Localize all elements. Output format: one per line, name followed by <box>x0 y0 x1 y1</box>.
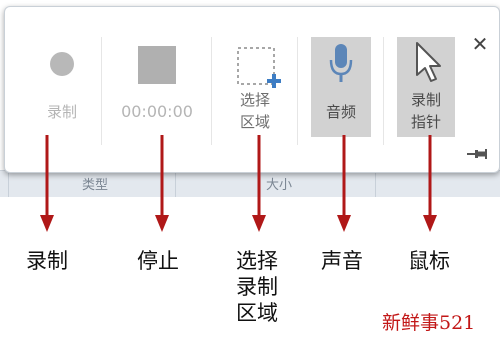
arrow-to-select-area <box>252 135 266 232</box>
column-divider <box>8 171 9 197</box>
column-divider <box>175 171 176 197</box>
pin-icon[interactable] <box>467 148 489 160</box>
select-area-label-line2: 区域 <box>239 113 270 131</box>
caption-pointer: 鼠标 <box>408 249 450 273</box>
select-area-button[interactable]: 选择 区域 <box>223 37 287 145</box>
toolbar-divider <box>383 37 384 145</box>
record-button[interactable]: 录制 <box>37 37 87 145</box>
select-area-plus-icon <box>237 47 281 88</box>
column-header-size: 大小 <box>266 178 293 193</box>
column-header-type: 类型 <box>82 178 109 193</box>
close-icon[interactable]: ✕ <box>471 34 489 54</box>
watermark: 新鲜事521 <box>382 312 476 334</box>
toolbar-divider <box>211 37 212 145</box>
caption-select-area: 选择 录制 区域 <box>236 248 278 326</box>
caption-select-area-line1: 选择 <box>236 249 278 273</box>
caption-select-area-line3: 区域 <box>236 301 278 325</box>
arrow-to-stop <box>155 135 169 232</box>
arrow-to-pointer <box>423 135 437 232</box>
record-pointer-label-line2: 指针 <box>410 113 441 131</box>
record-pointer-toggle[interactable]: 录制 指针 <box>397 37 455 137</box>
toolbar-divider <box>101 37 102 145</box>
caption-record: 录制 <box>26 249 68 273</box>
microphone-icon <box>329 44 353 82</box>
record-button-label: 录制 <box>46 103 77 121</box>
record-dot-icon <box>50 52 74 76</box>
stop-square-icon <box>138 46 176 84</box>
toolbar-divider <box>297 37 298 145</box>
caption-stop: 停止 <box>137 249 179 273</box>
arrow-to-record <box>40 135 54 232</box>
caption-select-area-line2: 录制 <box>236 275 278 299</box>
audio-toggle[interactable]: 音频 <box>311 37 371 137</box>
elapsed-time: 00:00:00 <box>121 102 193 121</box>
caption-audio: 声音 <box>321 249 363 273</box>
column-divider <box>375 171 376 197</box>
arrow-to-audio <box>337 135 351 232</box>
cursor-pointer-icon <box>416 42 441 82</box>
audio-toggle-label: 音频 <box>325 103 356 121</box>
stop-button[interactable]: 00:00:00 <box>115 37 199 145</box>
select-area-label-line1: 选择 <box>239 91 270 109</box>
record-pointer-label-line1: 录制 <box>410 91 441 109</box>
